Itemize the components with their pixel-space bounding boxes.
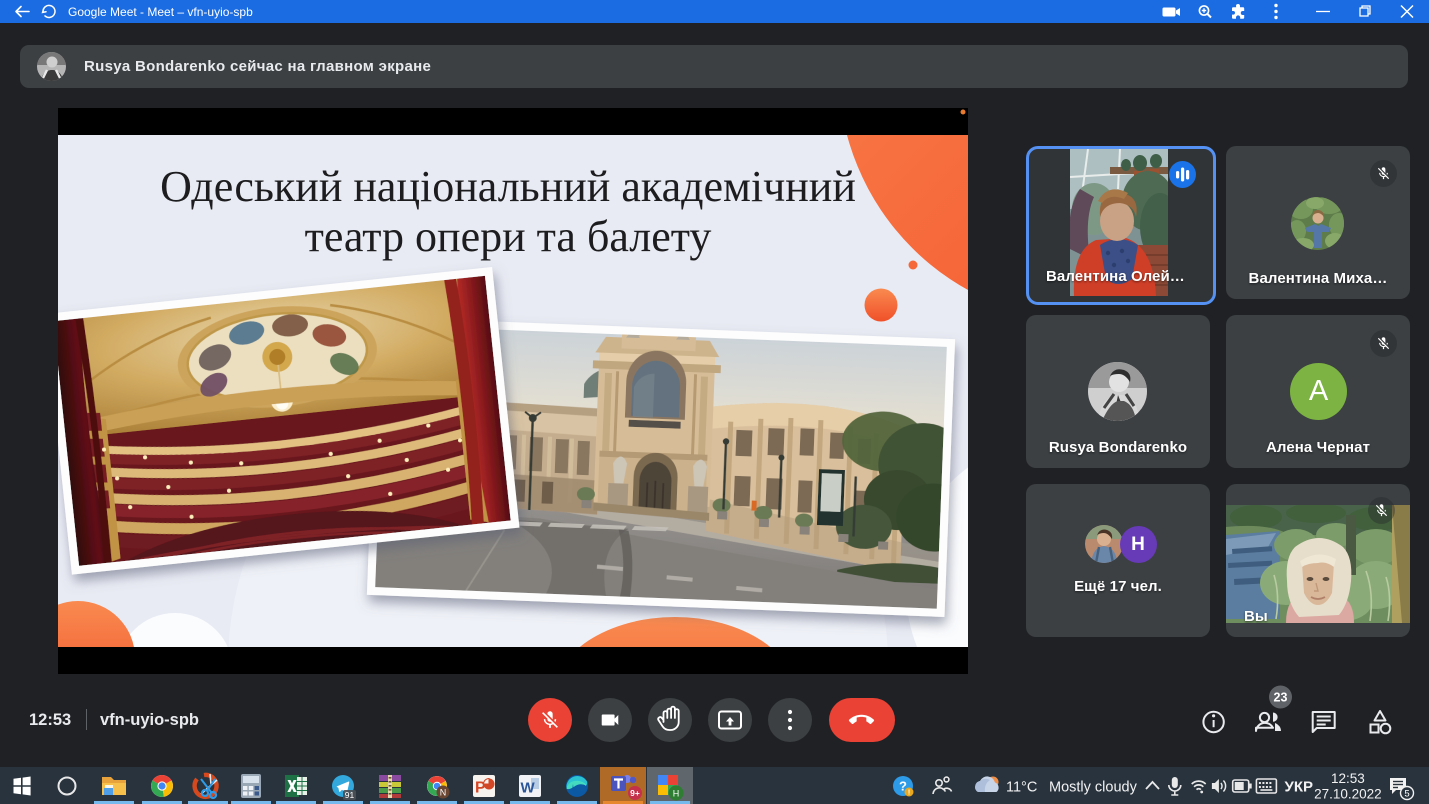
svg-text:23: 23 <box>1274 691 1288 705</box>
svg-text:91: 91 <box>345 790 355 800</box>
svg-text:театр опери та балету: театр опери та балету <box>305 212 712 261</box>
svg-text:H: H <box>673 789 680 799</box>
svg-text:5: 5 <box>1404 789 1409 800</box>
svg-text:УКР: УКР <box>1285 779 1314 796</box>
svg-text:N: N <box>440 788 447 798</box>
svg-text:12:53: 12:53 <box>1331 771 1365 786</box>
svg-text:!: ! <box>908 790 910 797</box>
svg-text:W: W <box>521 780 536 797</box>
svg-text:11°C: 11°C <box>1006 780 1037 796</box>
svg-text:Одеський національний академіч: Одеський національний академічний <box>160 162 856 211</box>
svg-text:27.10.2022: 27.10.2022 <box>1314 787 1382 802</box>
svg-text:Mostly cloudy: Mostly cloudy <box>1049 780 1138 796</box>
svg-text:9+: 9+ <box>630 788 640 798</box>
